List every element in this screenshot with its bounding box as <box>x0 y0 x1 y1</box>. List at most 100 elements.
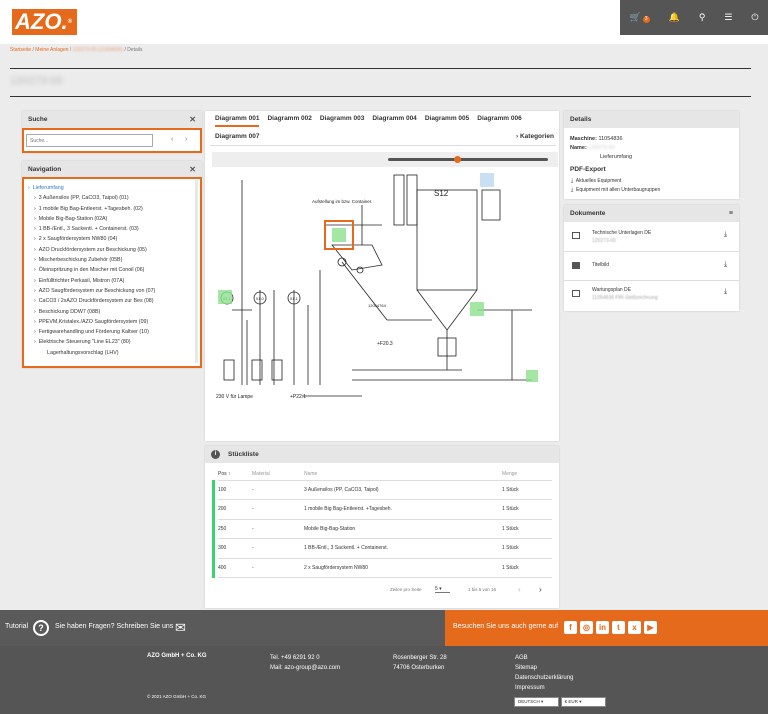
next-page-icon[interactable]: › <box>539 585 542 594</box>
col-material[interactable]: Material <box>252 468 304 481</box>
table-row[interactable]: 200-1 mobile Big Bag-Entleerst. +Tagesbe… <box>218 499 552 520</box>
table-row[interactable]: 400-2 x Saugfördersystem NW80 1 Stück <box>218 558 552 578</box>
list-icon[interactable]: ≡ <box>729 210 733 217</box>
table-row[interactable]: 300-1 BB-/Entl., 3 Sackentl. + Container… <box>218 538 552 559</box>
kategorien-toggle[interactable]: › Kategorien <box>516 133 554 140</box>
diagram-canvas[interactable]: Aufstellung im bzw. Container. S12 230 V… <box>212 170 558 410</box>
tree-item[interactable]: › PPEVM,Kristalex./AZO Saugfördersystem … <box>28 317 198 327</box>
help-icon[interactable]: ? <box>33 620 49 636</box>
menu-icon[interactable]: ☰ <box>724 12 732 23</box>
table-row[interactable]: 250- Mobile Big-Bag-Station 1 Stück <box>218 519 552 539</box>
document-icon <box>572 290 580 297</box>
link-imprint[interactable]: Impressum <box>515 683 573 693</box>
col-name[interactable]: Name <box>304 468 502 481</box>
hotspot-green[interactable] <box>332 228 346 242</box>
tree-item[interactable]: › Mobile Big-Bag-Station (02A) <box>28 214 198 224</box>
zoom-slider-handle[interactable] <box>454 156 461 163</box>
power-icon[interactable]: ⏻ <box>751 12 758 23</box>
pdf-link-current[interactable]: ⤓ Aktuelles Equipment <box>571 177 660 186</box>
phone[interactable]: Tel. +49 6291 92 0 <box>270 653 340 663</box>
tree-item[interactable]: › Beschickung DDW7 (08B) <box>28 307 198 317</box>
download-icon[interactable]: ⤓ <box>724 288 727 296</box>
tab-diagram-004[interactable]: Diagramm 004 <box>372 115 416 127</box>
cart-icon[interactable]: 🛒 3 <box>629 12 650 23</box>
col-menge[interactable]: Menge <box>502 468 552 481</box>
link-agb[interactable]: AGB <box>515 653 573 663</box>
tree-item[interactable]: › 1 mobile Big Bag-Entleerst. +Tagesbeh.… <box>28 204 198 214</box>
tree-item[interactable]: › AZO Saugfördersystem zur Beschickung v… <box>28 286 198 296</box>
tree-item[interactable]: › Öleinspritzung in den Mischer mit Cono… <box>28 265 198 275</box>
facebook-icon[interactable]: f <box>564 621 577 634</box>
tree-item[interactable]: › Elektrische Steuerung "Line EL23" (80) <box>28 337 198 347</box>
tree-item[interactable]: Lagerhaltungsvorschlag (LHV) <box>28 348 198 358</box>
tree-root[interactable]: › Lieferumfang <box>28 183 198 193</box>
chevron-right-icon[interactable]: › <box>185 136 187 143</box>
language-select[interactable]: DEUTSCH ▾ <box>514 697 559 707</box>
machine-number: 11054836 <box>598 136 623 142</box>
link-sitemap[interactable]: Sitemap <box>515 663 573 673</box>
hotspot-blue[interactable] <box>480 173 494 187</box>
tree-item[interactable]: › Fertigwarehandling und Förderung Kaltv… <box>28 327 198 337</box>
tab-diagram-005[interactable]: Diagramm 005 <box>425 115 469 127</box>
tab-diagram-007[interactable]: Diagramm 007 <box>215 133 259 140</box>
search-icon[interactable]: ⚲ <box>699 12 706 23</box>
details-info: Maschine: 11054836 Name: 120273-00 Liefe… <box>570 136 633 160</box>
per-page-select[interactable]: 5 ▾ <box>435 586 450 593</box>
hotspot-green[interactable] <box>470 302 484 316</box>
page-range: 1 bis 5 von 16 <box>468 587 497 592</box>
instagram-icon[interactable]: ◎ <box>580 621 593 634</box>
tree-item[interactable]: › 3 Außensilos (PP, CaCO3, Taipol) (01) <box>28 193 198 203</box>
crumb-home[interactable]: Startseite <box>10 47 31 53</box>
close-icon[interactable]: ✕ <box>189 165 196 174</box>
tree-item[interactable]: › CaCO3 / 2xAZO Druckfördersystem zur Be… <box>28 296 198 306</box>
tree-item[interactable]: › Einfülltrichter Perkasil, Mistron (07A… <box>28 276 198 286</box>
chevron-left-icon[interactable]: ‹ <box>171 136 173 143</box>
copyright: © 2021 AZO GmbH + Co. KG <box>147 694 206 699</box>
cart-badge: 3 <box>642 16 650 23</box>
divider <box>10 68 751 69</box>
xing-icon[interactable]: x <box>628 621 641 634</box>
twitter-icon[interactable]: t <box>612 621 625 634</box>
download-icon[interactable]: ⤓ <box>724 261 727 269</box>
top-toolbar: 🛒 3 🔔 ⚲ ☰ ⏻ <box>620 0 768 35</box>
tab-diagram-006[interactable]: Diagramm 006 <box>477 115 521 127</box>
search-input[interactable] <box>26 134 153 147</box>
tree-item[interactable]: › Mischerbeschickung Zubehör (05B) <box>28 255 198 265</box>
crumb-machines[interactable]: Meine Anlagen <box>35 47 68 53</box>
mail-icon[interactable]: ✉ <box>175 620 186 636</box>
footer-bottom: AZO GmbH + Co. KG Tel. +49 6291 92 0 Mai… <box>0 646 768 714</box>
tutorial-link[interactable]: Tutorial <box>5 623 28 630</box>
zoom-slider[interactable] <box>388 158 548 161</box>
tree-item[interactable]: › 2 x Saugfördersystem NW80 (04) <box>28 234 198 244</box>
hotspot-green[interactable] <box>526 370 538 382</box>
bell-icon[interactable]: 🔔 <box>669 12 680 23</box>
youtube-icon[interactable]: ▶ <box>644 621 657 634</box>
help-link[interactable]: Sie haben Fragen? Schreiben Sie uns <box>55 623 173 630</box>
tree-item[interactable]: › 1 BB-/Entl., 3 Sackentl. + Containerst… <box>28 224 198 234</box>
pdf-link-all[interactable]: ⤓ Equipment mit allen Unterbaugruppen <box>571 186 660 195</box>
table-row[interactable]: 100-3 Außensilos (PP, CaCO3, Taipol) 1 St… <box>218 480 552 500</box>
download-icon: ⤓ <box>571 187 574 193</box>
currency-select[interactable]: € EUR ▾ <box>560 697 606 707</box>
col-pos[interactable]: Pos ↑ <box>218 468 252 481</box>
tree-item[interactable]: › AZO Druckfördersystem zur Beschickung … <box>28 245 198 255</box>
tab-diagram-003[interactable]: Diagramm 003 <box>320 115 364 127</box>
diagram-label-p1: 01.0 <box>256 296 265 301</box>
pdf-export-title: PDF-Export <box>570 166 606 173</box>
logo-text: AZO. <box>15 9 68 34</box>
email[interactable]: Mail: azo-group@azo.com <box>270 663 340 673</box>
tab-diagram-001[interactable]: Diagramm 001 <box>215 115 260 127</box>
azo-logo[interactable]: AZO.® <box>12 9 77 35</box>
linkedin-icon[interactable]: in <box>596 621 609 634</box>
prev-page-icon[interactable]: ‹ <box>518 585 521 594</box>
link-privacy[interactable]: Datenschutzerklärung <box>515 673 573 683</box>
close-icon[interactable]: ✕ <box>189 115 196 124</box>
documents-title: Dokumente <box>570 210 606 217</box>
divider <box>564 280 739 281</box>
scrollbar[interactable] <box>195 180 198 363</box>
download-icon[interactable]: ⤓ <box>724 231 727 239</box>
crumb-machine[interactable]: 120273-00 (11054836) <box>73 47 124 53</box>
pid-diagram: Aufstellung im bzw. Container. S12 230 V… <box>216 173 538 400</box>
tab-diagram-002[interactable]: Diagramm 002 <box>267 115 311 127</box>
hotspot-green[interactable] <box>218 290 232 304</box>
